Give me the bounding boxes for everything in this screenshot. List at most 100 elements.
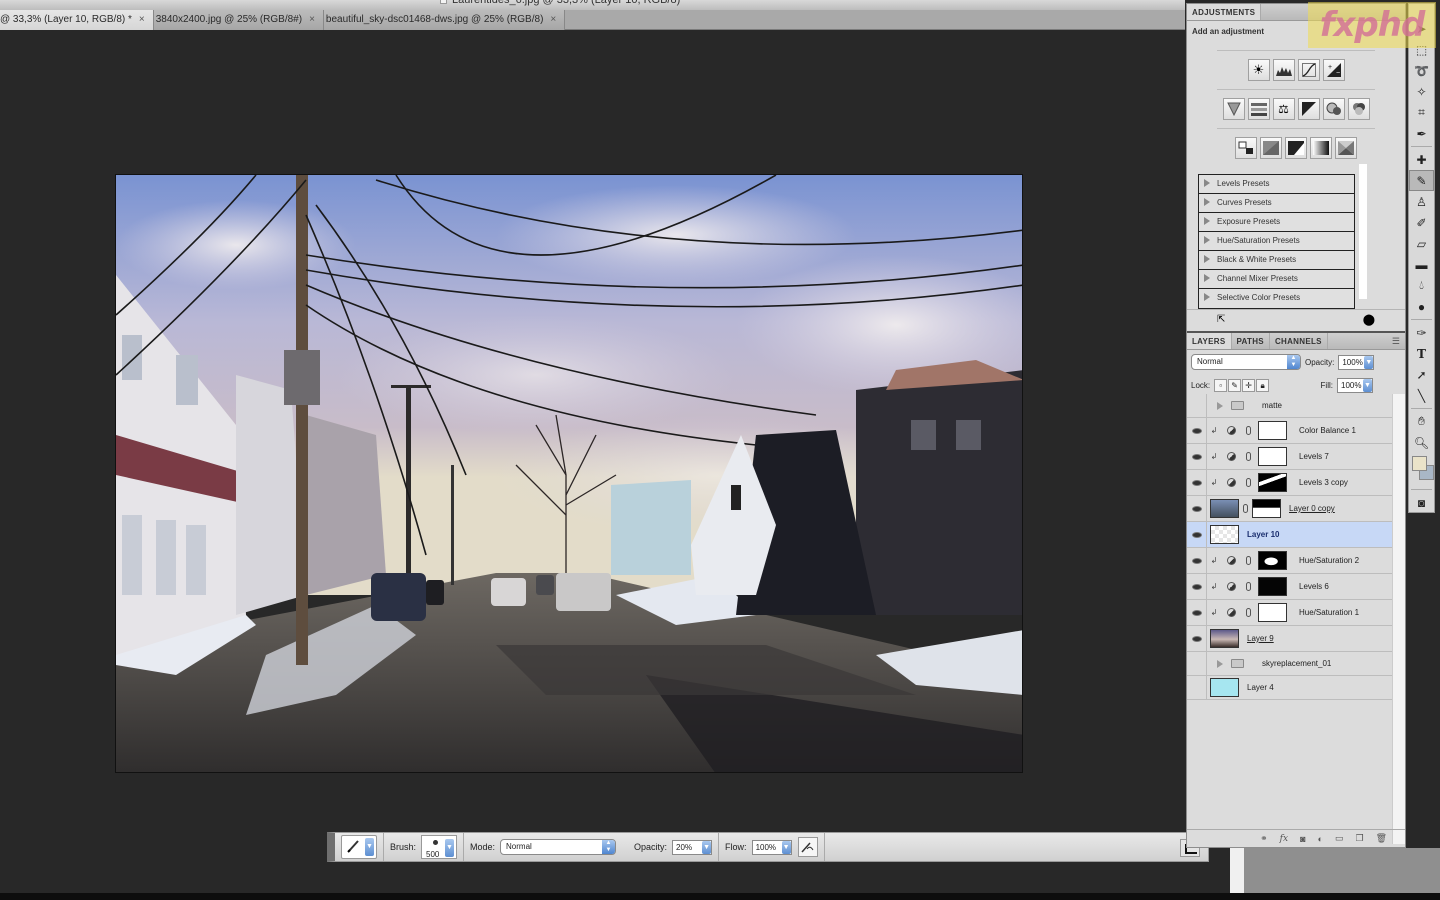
visibility-toggle[interactable]: [1187, 496, 1207, 521]
airbrush-toggle[interactable]: [797, 837, 818, 857]
link-icon[interactable]: [1243, 504, 1248, 513]
fill-field[interactable]: 100% ▼: [1337, 378, 1373, 393]
lock-transparent-icon[interactable]: ▫: [1214, 379, 1228, 392]
layer-thumbnail[interactable]: [1210, 629, 1239, 648]
crop-tool[interactable]: ⌗: [1409, 102, 1434, 123]
layer-row[interactable]: Layer 4: [1187, 676, 1392, 700]
preset-levels[interactable]: Levels Presets: [1199, 175, 1354, 194]
chevron-down-icon[interactable]: ▼: [445, 839, 455, 857]
levels-button[interactable]: [1272, 59, 1295, 81]
panel-menu-icon[interactable]: ☰: [1392, 333, 1400, 349]
trash-icon[interactable]: 🗑︎: [1376, 833, 1387, 844]
visibility-toggle[interactable]: [1187, 626, 1207, 651]
foreground-color-swatch[interactable]: [1412, 456, 1427, 471]
chevron-down-icon[interactable]: ▼: [702, 840, 712, 854]
pen-tool[interactable]: ✑: [1409, 322, 1434, 343]
link-icon[interactable]: [1246, 452, 1251, 461]
eraser-tool[interactable]: ▱: [1409, 233, 1434, 254]
photo-filter-button[interactable]: [1322, 98, 1345, 120]
hue-saturation-button[interactable]: [1247, 98, 1270, 120]
fill-label[interactable]: Fill:: [1321, 381, 1333, 390]
link-icon[interactable]: [1246, 478, 1251, 487]
layer-row[interactable]: Layer 0 copy: [1187, 496, 1392, 522]
layer-row[interactable]: ↲ Hue/Saturation 2: [1187, 548, 1392, 574]
invert-button[interactable]: [1235, 137, 1257, 159]
visibility-toggle[interactable]: [1187, 470, 1207, 495]
layer-thumbnail[interactable]: [1210, 678, 1239, 697]
path-selection-tool[interactable]: ➚: [1409, 364, 1434, 385]
chevron-down-icon[interactable]: ▼: [365, 838, 374, 856]
visibility-toggle[interactable]: [1187, 574, 1207, 599]
vibrance-button[interactable]: [1222, 98, 1245, 120]
close-icon[interactable]: ×: [309, 14, 315, 25]
visibility-toggle[interactable]: [1187, 548, 1207, 573]
link-icon[interactable]: [1246, 582, 1251, 591]
brush-picker[interactable]: 500 ▼: [421, 835, 458, 859]
gradient-tool[interactable]: ▬: [1409, 254, 1434, 275]
visibility-toggle[interactable]: [1187, 444, 1207, 469]
layer-mask-thumbnail[interactable]: [1258, 577, 1287, 596]
fx-icon[interactable]: fx: [1280, 834, 1288, 844]
layer-mask-thumbnail[interactable]: [1258, 603, 1287, 622]
link-icon[interactable]: [1246, 608, 1251, 617]
dodge-tool[interactable]: ●: [1409, 296, 1434, 317]
black-white-button[interactable]: [1297, 98, 1320, 120]
layer-mask-thumbnail[interactable]: [1258, 447, 1287, 466]
layer-row-selected[interactable]: Layer 10: [1187, 522, 1392, 548]
tab-adjustments[interactable]: ADJUSTMENTS: [1187, 4, 1262, 20]
brightness-contrast-button[interactable]: ☀: [1247, 59, 1270, 81]
blend-mode-select[interactable]: Normal ▲ ▼: [1191, 354, 1301, 370]
visibility-toggle[interactable]: [1187, 418, 1207, 443]
expand-triangle-icon[interactable]: [1217, 401, 1223, 410]
close-icon[interactable]: ×: [550, 14, 556, 25]
posterize-button[interactable]: [1260, 137, 1282, 159]
layer-row[interactable]: ↲ Levels 6: [1187, 574, 1392, 600]
preset-black-white[interactable]: Black & White Presets: [1199, 251, 1354, 270]
hand-tool[interactable]: ✋︎: [1409, 411, 1434, 432]
preset-curves[interactable]: Curves Presets: [1199, 194, 1354, 213]
return-to-list-icon[interactable]: ⇱: [1217, 314, 1225, 325]
add-mask-icon[interactable]: ◙: [1300, 834, 1305, 844]
color-balance-button[interactable]: ⚖: [1272, 98, 1295, 120]
gradient-map-button[interactable]: [1310, 137, 1332, 159]
layer-row[interactable]: ↲ Hue/Saturation 1: [1187, 600, 1392, 626]
type-tool[interactable]: T: [1409, 343, 1434, 364]
visibility-toggle[interactable]: [1187, 394, 1207, 417]
flow-field[interactable]: 100% ▼: [751, 839, 792, 855]
new-layer-icon[interactable]: ❐: [1355, 833, 1363, 844]
layer-row[interactable]: matte: [1187, 394, 1392, 418]
tab-channels[interactable]: CHANNELS: [1270, 333, 1328, 349]
layer-thumbnail[interactable]: [1210, 525, 1239, 544]
doc-tab-laurentides[interactable]: @ 33,3% (Layer 10, RGB/8) * ×: [0, 10, 154, 30]
layer-row[interactable]: ↲ Color Balance 1: [1187, 418, 1392, 444]
new-group-icon[interactable]: ▭: [1335, 833, 1344, 844]
tool-preset-picker[interactable]: ▼: [341, 835, 377, 859]
line-tool[interactable]: ╲: [1409, 385, 1434, 406]
eyedropper-tool[interactable]: ✒: [1409, 123, 1434, 144]
link-icon[interactable]: [1246, 426, 1251, 435]
preset-hue-saturation[interactable]: Hue/Saturation Presets: [1199, 232, 1354, 251]
healing-brush-tool[interactable]: ✚: [1409, 149, 1434, 170]
lock-position-icon[interactable]: ✛: [1242, 379, 1256, 392]
opacity-field[interactable]: 20% ▼: [672, 839, 713, 855]
chevron-down-icon[interactable]: ▼: [1363, 379, 1372, 392]
visibility-toggle[interactable]: [1187, 676, 1207, 699]
brush-tool[interactable]: ✎: [1409, 170, 1434, 191]
layer-mask-thumbnail[interactable]: [1258, 473, 1287, 492]
layer-row[interactable]: ↲ Levels 7: [1187, 444, 1392, 470]
lasso-tool[interactable]: ➰: [1409, 60, 1434, 81]
expand-triangle-icon[interactable]: [1217, 659, 1223, 668]
layer-row[interactable]: skyreplacement_01: [1187, 652, 1392, 676]
lock-all-icon[interactable]: 🔒︎: [1256, 379, 1270, 392]
preset-selective-color[interactable]: Selective Color Presets: [1199, 289, 1354, 308]
clip-to-layer-icon[interactable]: ⬤: [1363, 313, 1375, 326]
layer-mask-thumbnail[interactable]: [1258, 421, 1287, 440]
blur-tool[interactable]: 💧︎: [1409, 275, 1434, 296]
chevron-down-icon[interactable]: ▼: [781, 840, 791, 854]
history-brush-tool[interactable]: ✐: [1409, 212, 1434, 233]
visibility-toggle[interactable]: [1187, 652, 1207, 675]
selective-color-button[interactable]: [1335, 137, 1357, 159]
layer-mask-thumbnail[interactable]: [1258, 551, 1287, 570]
visibility-toggle[interactable]: [1187, 600, 1207, 625]
preset-channel-mixer[interactable]: Channel Mixer Presets: [1199, 270, 1354, 289]
